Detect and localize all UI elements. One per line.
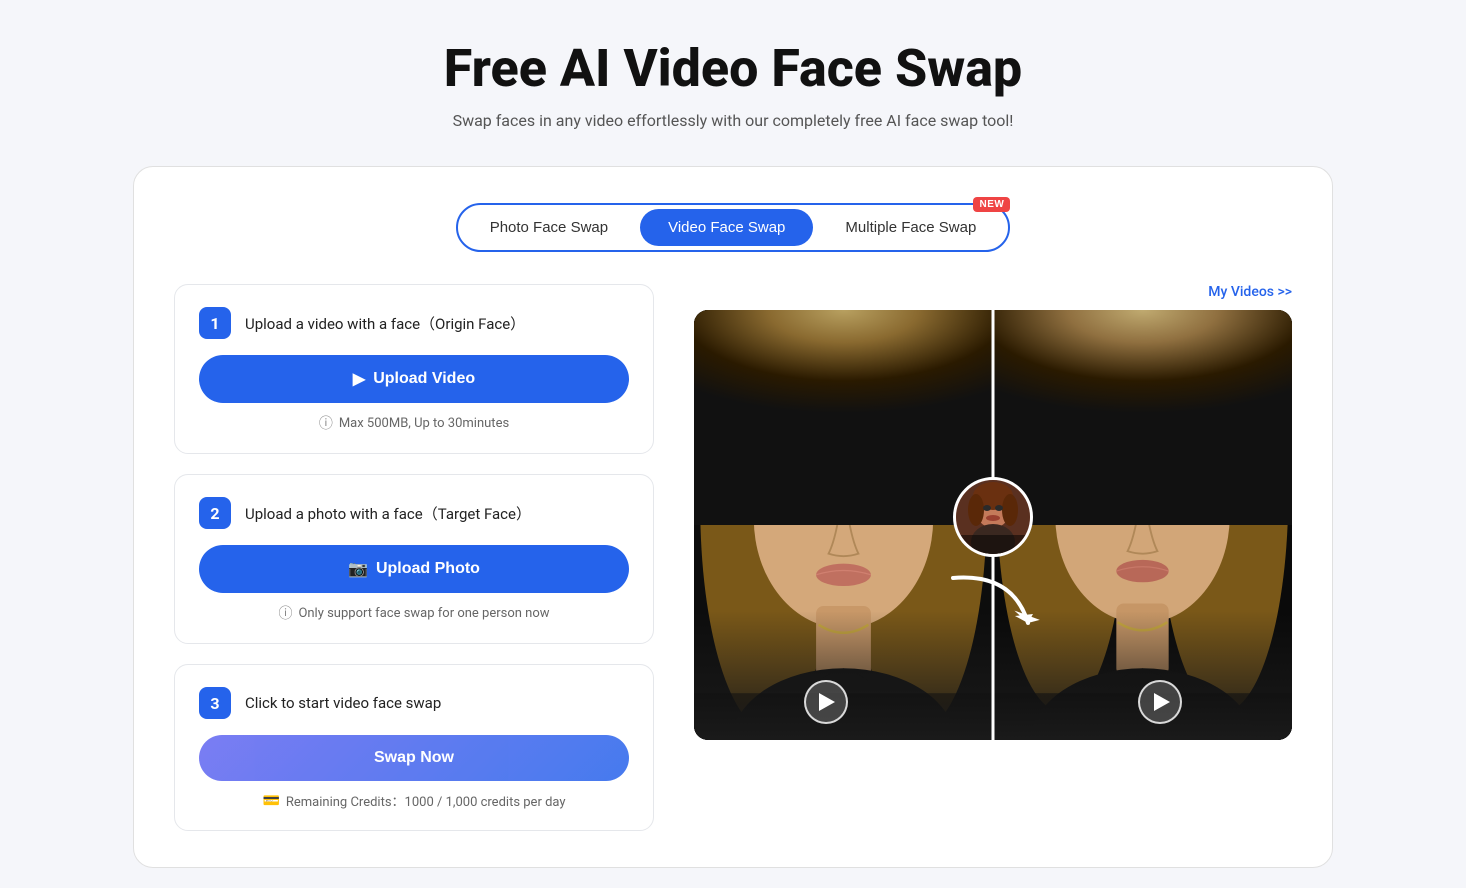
page-title: Free AI Video Face Swap [444,40,1022,97]
play-circle-icon: ▶ [353,369,365,389]
upload-photo-button[interactable]: 📷 Upload Photo [199,545,629,593]
step-3-number: 3 [199,687,231,719]
step-1-header: 1 Upload a video with a face（Origin Face… [199,307,629,339]
play-button-right[interactable] [1138,680,1182,724]
tabs-container: Photo Face Swap Video Face Swap Multiple… [456,203,1011,252]
new-badge: NEW [973,197,1010,212]
swap-face-circle [953,477,1033,557]
preview-image [694,310,1292,740]
tab-multiple[interactable]: Multiple Face Swap NEW [817,209,1004,246]
step-1-label: Upload a video with a face（Origin Face） [245,313,525,334]
preview-column: My Videos >> [694,284,1292,740]
content-row: 1 Upload a video with a face（Origin Face… [174,284,1292,831]
arrow-svg [933,568,1053,638]
preview-left [694,310,993,740]
play-button-left[interactable] [804,680,848,724]
play-triangle-left [819,693,835,711]
upload-video-button[interactable]: ▶ Upload Video [199,355,629,403]
step-3-header: 3 Click to start video face swap [199,687,629,719]
tab-video[interactable]: Video Face Swap [640,209,813,246]
image-icon: 📷 [348,559,368,579]
step-3-label: Click to start video face swap [245,694,441,712]
step-3-hint: 💳 Remaining Credits：1000 / 1,000 credits… [199,791,629,810]
step-1-hint: ⓘ Max 500MB, Up to 30minutes [199,413,629,433]
face-right-sim [993,310,1292,740]
my-videos-link[interactable]: My Videos >> [1208,284,1292,300]
step-2-card: 2 Upload a photo with a face（Target Face… [174,474,654,644]
preview-split [694,310,1292,740]
step-3-card: 3 Click to start video face swap Swap No… [174,664,654,831]
swap-arrow [933,568,1053,642]
swap-now-button[interactable]: Swap Now [199,735,629,781]
step-2-label: Upload a photo with a face（Target Face） [245,503,531,524]
step-1-number: 1 [199,307,231,339]
main-card: Photo Face Swap Video Face Swap Multiple… [133,166,1333,868]
play-triangle-right [1154,693,1170,711]
preview-right [993,310,1292,740]
step-2-hint: ⓘ Only support face swap for one person … [199,603,629,623]
swap-face-svg [956,480,1030,554]
step-2-number: 2 [199,497,231,529]
face-right-svg [993,310,1292,740]
face-left-sim [694,310,993,740]
steps-column: 1 Upload a video with a face（Origin Face… [174,284,654,831]
info-icon-1: ⓘ [319,413,333,433]
info-icon-2: ⓘ [278,603,292,623]
page-header: Free AI Video Face Swap Swap faces in an… [444,40,1022,130]
credits-icon: 💳 [262,793,279,809]
face-left-svg [694,310,993,740]
tab-photo[interactable]: Photo Face Swap [462,209,636,246]
page-subtitle: Swap faces in any video effortlessly wit… [444,111,1022,130]
step-1-card: 1 Upload a video with a face（Origin Face… [174,284,654,454]
step-2-header: 2 Upload a photo with a face（Target Face… [199,497,629,529]
